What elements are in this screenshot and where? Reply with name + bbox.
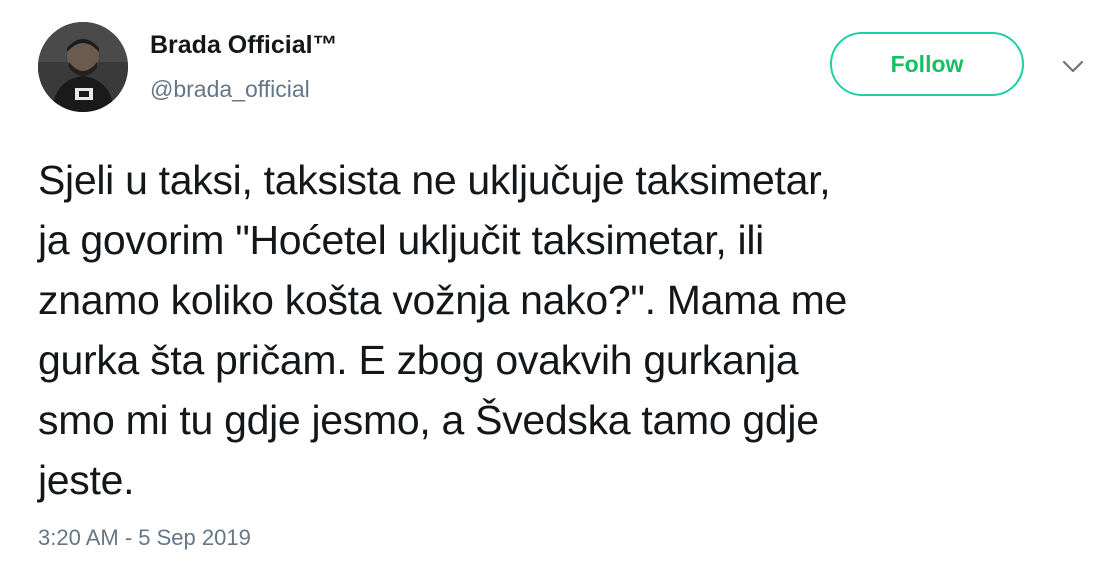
profile-photo-icon (38, 22, 128, 112)
user-handle[interactable]: @brada_official (150, 76, 338, 102)
tweet-header: Brada Official™ @brada_official Follow (38, 22, 1098, 114)
tweet-card: Brada Official™ @brada_official Follow S… (0, 0, 1119, 575)
tweet-timestamp[interactable]: 3:20 AM - 5 Sep 2019 (38, 525, 251, 551)
display-name[interactable]: Brada Official™ (150, 30, 338, 60)
tweet-text: Sjeli u taksi, taksista ne uključuje tak… (38, 157, 847, 503)
chevron-down-icon[interactable] (1060, 56, 1086, 76)
follow-button[interactable]: Follow (830, 32, 1024, 96)
user-names: Brada Official™ @brada_official (150, 30, 338, 102)
avatar[interactable] (38, 22, 128, 112)
